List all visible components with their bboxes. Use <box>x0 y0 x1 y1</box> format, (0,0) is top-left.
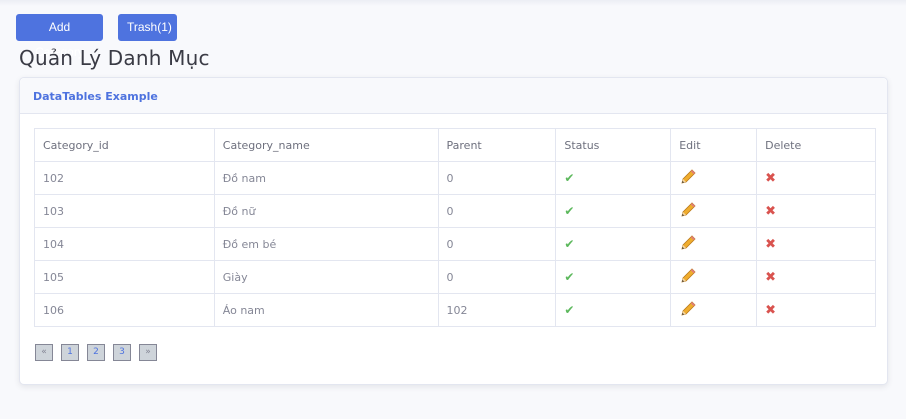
cell-parent: 0 <box>437 227 557 261</box>
cell-edit <box>670 293 758 327</box>
pencil-icon[interactable] <box>679 267 697 288</box>
cell-edit <box>670 227 758 261</box>
cell-category-name: Giày <box>213 260 439 294</box>
cell-status: ✔ <box>555 260 672 294</box>
pagination-prev[interactable]: « <box>35 344 53 361</box>
header-category-id[interactable]: Category_id <box>34 128 215 162</box>
cell-edit <box>670 194 758 228</box>
cell-category-name: Đồ em bé <box>213 227 439 261</box>
header-category-name[interactable]: Category_name <box>213 128 439 162</box>
cell-parent: 0 <box>437 161 557 195</box>
cell-category-name: Áo nam <box>213 293 439 327</box>
header-delete[interactable]: Delete <box>756 128 876 162</box>
cell-category-name: Đồ nam <box>213 161 439 195</box>
pagination-page-3[interactable]: 3 <box>113 344 131 361</box>
categories-card: DataTables Example Category_id Category_… <box>19 77 888 385</box>
table-row: 102 Đồ nam 0 ✔ ✖ <box>34 161 876 195</box>
add-category-button[interactable]: Add Category <box>16 14 103 59</box>
cell-category-name: Đồ nữ <box>213 194 439 228</box>
cell-delete: ✖ <box>756 194 876 228</box>
table-header-row: Category_id Category_name Parent Status … <box>34 128 876 162</box>
check-icon: ✔ <box>564 171 575 185</box>
x-icon[interactable]: ✖ <box>765 237 776 252</box>
check-icon: ✔ <box>564 237 575 251</box>
header-parent[interactable]: Parent <box>437 128 557 162</box>
cell-delete: ✖ <box>756 293 876 327</box>
check-icon: ✔ <box>564 204 575 218</box>
table-row: 103 Đồ nữ 0 ✔ ✖ <box>34 194 876 228</box>
card-title: DataTables Example <box>33 90 158 103</box>
pagination-page-1[interactable]: 1 <box>61 344 79 361</box>
cell-category-id: 102 <box>34 161 215 195</box>
x-icon[interactable]: ✖ <box>765 171 776 186</box>
cell-category-id: 104 <box>34 227 215 261</box>
cell-parent: 0 <box>437 260 557 294</box>
cell-category-id: 106 <box>34 293 215 327</box>
table-row: 104 Đồ em bé 0 ✔ ✖ <box>34 227 876 261</box>
cell-category-id: 105 <box>34 260 215 294</box>
cell-delete: ✖ <box>756 260 876 294</box>
x-icon[interactable]: ✖ <box>765 303 776 318</box>
cell-status: ✔ <box>555 293 672 327</box>
cell-parent: 102 <box>437 293 557 327</box>
cell-status: ✔ <box>555 227 672 261</box>
x-icon[interactable]: ✖ <box>765 270 776 285</box>
cell-delete: ✖ <box>756 227 876 261</box>
table-row: 106 Áo nam 102 ✔ ✖ <box>34 293 876 327</box>
card-header: DataTables Example <box>20 78 887 114</box>
pagination-page-2[interactable]: 2 <box>87 344 105 361</box>
pencil-icon[interactable] <box>679 201 697 222</box>
cell-category-id: 103 <box>34 194 215 228</box>
pencil-icon[interactable] <box>679 168 697 189</box>
cell-delete: ✖ <box>756 161 876 195</box>
header-edit[interactable]: Edit <box>670 128 758 162</box>
pagination-next[interactable]: » <box>139 344 157 361</box>
header-status[interactable]: Status <box>555 128 672 162</box>
check-icon: ✔ <box>564 303 575 317</box>
topbar-shadow <box>0 0 906 6</box>
cell-status: ✔ <box>555 161 672 195</box>
cell-parent: 0 <box>437 194 557 228</box>
check-icon: ✔ <box>564 270 575 284</box>
cell-edit <box>670 260 758 294</box>
x-icon[interactable]: ✖ <box>765 204 776 219</box>
categories-table: Category_id Category_name Parent Status … <box>34 128 876 327</box>
pencil-icon[interactable] <box>679 300 697 321</box>
page-title: Quản Lý Danh Mục <box>19 46 210 70</box>
pencil-icon[interactable] <box>679 234 697 255</box>
cell-status: ✔ <box>555 194 672 228</box>
table-row: 105 Giày 0 ✔ ✖ <box>34 260 876 294</box>
trash-button[interactable]: Trash(1) <box>118 14 177 41</box>
cell-edit <box>670 161 758 195</box>
pagination: « 1 2 3 » <box>35 344 157 361</box>
